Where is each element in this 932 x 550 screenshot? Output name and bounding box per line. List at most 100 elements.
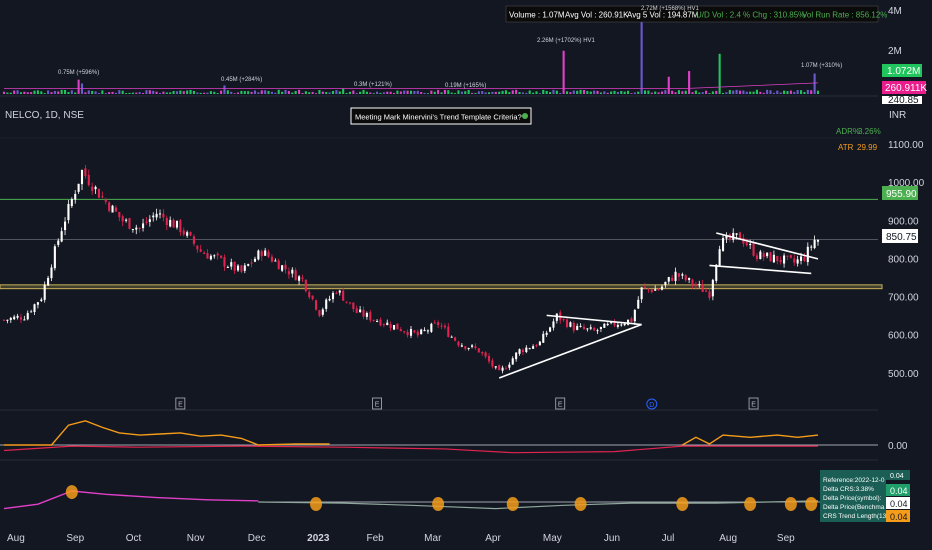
candle-body xyxy=(19,317,23,320)
volume-bar xyxy=(643,90,647,94)
volume-bar xyxy=(460,91,463,94)
candle-body xyxy=(287,271,290,275)
volume-bar xyxy=(233,93,236,94)
trading-chart[interactable]: EEEDE 1100.001000.00900.00800.00700.0060… xyxy=(0,0,932,550)
candle-body xyxy=(688,278,691,280)
candle-body xyxy=(572,322,575,331)
volume-bar xyxy=(433,91,436,94)
volume-bar xyxy=(406,90,409,94)
adr-value: 3.26% xyxy=(858,127,881,136)
candle-body xyxy=(6,319,9,321)
volume-bar xyxy=(40,91,43,94)
volume-bar xyxy=(715,90,718,94)
volume-bar xyxy=(589,91,592,94)
volume-bar xyxy=(216,93,219,94)
volume-bar xyxy=(172,91,175,94)
volume-bar xyxy=(677,90,680,94)
candle-body xyxy=(196,245,199,250)
volume-bar xyxy=(664,90,667,94)
volume-bar xyxy=(101,90,104,94)
volume-bar xyxy=(498,91,501,94)
criteria-box[interactable]: Meeting Mark Minervini's Trend Template … xyxy=(350,107,532,125)
candle-body xyxy=(603,323,606,328)
crs-value-1: 0.04 xyxy=(890,486,908,496)
candle-body xyxy=(331,292,335,300)
candle-body xyxy=(715,264,718,281)
candle-body xyxy=(372,319,375,321)
price-axis-tick-700: 700.00 xyxy=(888,293,919,304)
candle-body xyxy=(40,299,43,302)
candle-body xyxy=(718,249,721,266)
currency-label[interactable]: INR xyxy=(889,110,906,121)
volume-bar xyxy=(243,91,246,94)
candle-body xyxy=(443,325,446,328)
price-pill-resistance: 955.90 xyxy=(882,186,918,200)
volume-bar xyxy=(165,92,168,94)
candle-body xyxy=(352,302,355,310)
volume-bar xyxy=(691,92,694,94)
volume-bar xyxy=(623,91,626,94)
volume-bar xyxy=(114,92,117,94)
volume-bar xyxy=(389,91,392,94)
volume-bar xyxy=(457,90,460,94)
candle-body xyxy=(97,188,101,198)
candle-body xyxy=(304,279,307,292)
candle-body xyxy=(440,325,443,327)
volume-bar xyxy=(240,90,243,94)
volume-annotation-5: 2.26M (+1702%) HV1 xyxy=(537,38,596,44)
candle-body xyxy=(145,221,148,223)
volume-bar xyxy=(518,92,521,94)
volume-bar xyxy=(138,92,141,94)
volume-bar xyxy=(321,91,324,94)
candle-body xyxy=(328,298,331,301)
volume-bar xyxy=(701,92,704,94)
volume-bar xyxy=(799,90,803,94)
x-axis-label-9: May xyxy=(543,533,562,544)
volume-bar xyxy=(70,90,73,94)
volume-bar xyxy=(345,92,348,94)
volume-bar xyxy=(803,92,806,94)
volume-bar xyxy=(657,92,660,94)
candle-body xyxy=(74,193,77,200)
volume-bar xyxy=(128,92,131,94)
candle-body xyxy=(538,341,541,346)
volume-bar xyxy=(593,90,596,94)
candle-body xyxy=(810,246,813,248)
candle-body xyxy=(681,274,684,276)
volume-bar xyxy=(403,90,406,94)
volume-bar xyxy=(738,90,742,94)
volume-pill-avg-text: 260.911K xyxy=(885,83,927,94)
volume-bar xyxy=(392,92,396,94)
volume-bar xyxy=(6,92,9,94)
candle-body xyxy=(128,218,131,229)
volume-bar xyxy=(484,92,487,94)
volume-bar xyxy=(705,90,708,94)
candle-body xyxy=(433,322,436,324)
candle-body xyxy=(392,325,396,330)
volume-bar xyxy=(494,91,497,94)
x-axis-label-1: Sep xyxy=(66,533,84,544)
volume-bar xyxy=(786,91,789,94)
volume-bar xyxy=(314,93,318,94)
crs-highlight-dot-4 xyxy=(574,497,587,511)
candle-body xyxy=(125,219,128,221)
volume-bar xyxy=(199,92,202,94)
candle-body xyxy=(182,230,185,235)
volume-bar xyxy=(108,92,111,94)
x-axis-label-3: Nov xyxy=(187,533,205,544)
candle-body xyxy=(528,348,531,350)
crs-value-2: 0.04 xyxy=(890,499,908,509)
volume-bar xyxy=(203,92,206,94)
volume-bar xyxy=(742,90,745,94)
candle-body xyxy=(664,281,667,286)
candle-body xyxy=(766,252,769,257)
volume-bar xyxy=(236,92,240,94)
symbol-label[interactable]: NELCO, 1D, NSE xyxy=(5,110,84,121)
candle-body xyxy=(175,220,179,228)
candle-body xyxy=(158,213,162,215)
candle-body xyxy=(420,329,423,335)
candle-body xyxy=(511,358,514,365)
volume-bar xyxy=(91,90,94,94)
candle-body xyxy=(464,346,467,349)
candle-body xyxy=(799,256,803,261)
